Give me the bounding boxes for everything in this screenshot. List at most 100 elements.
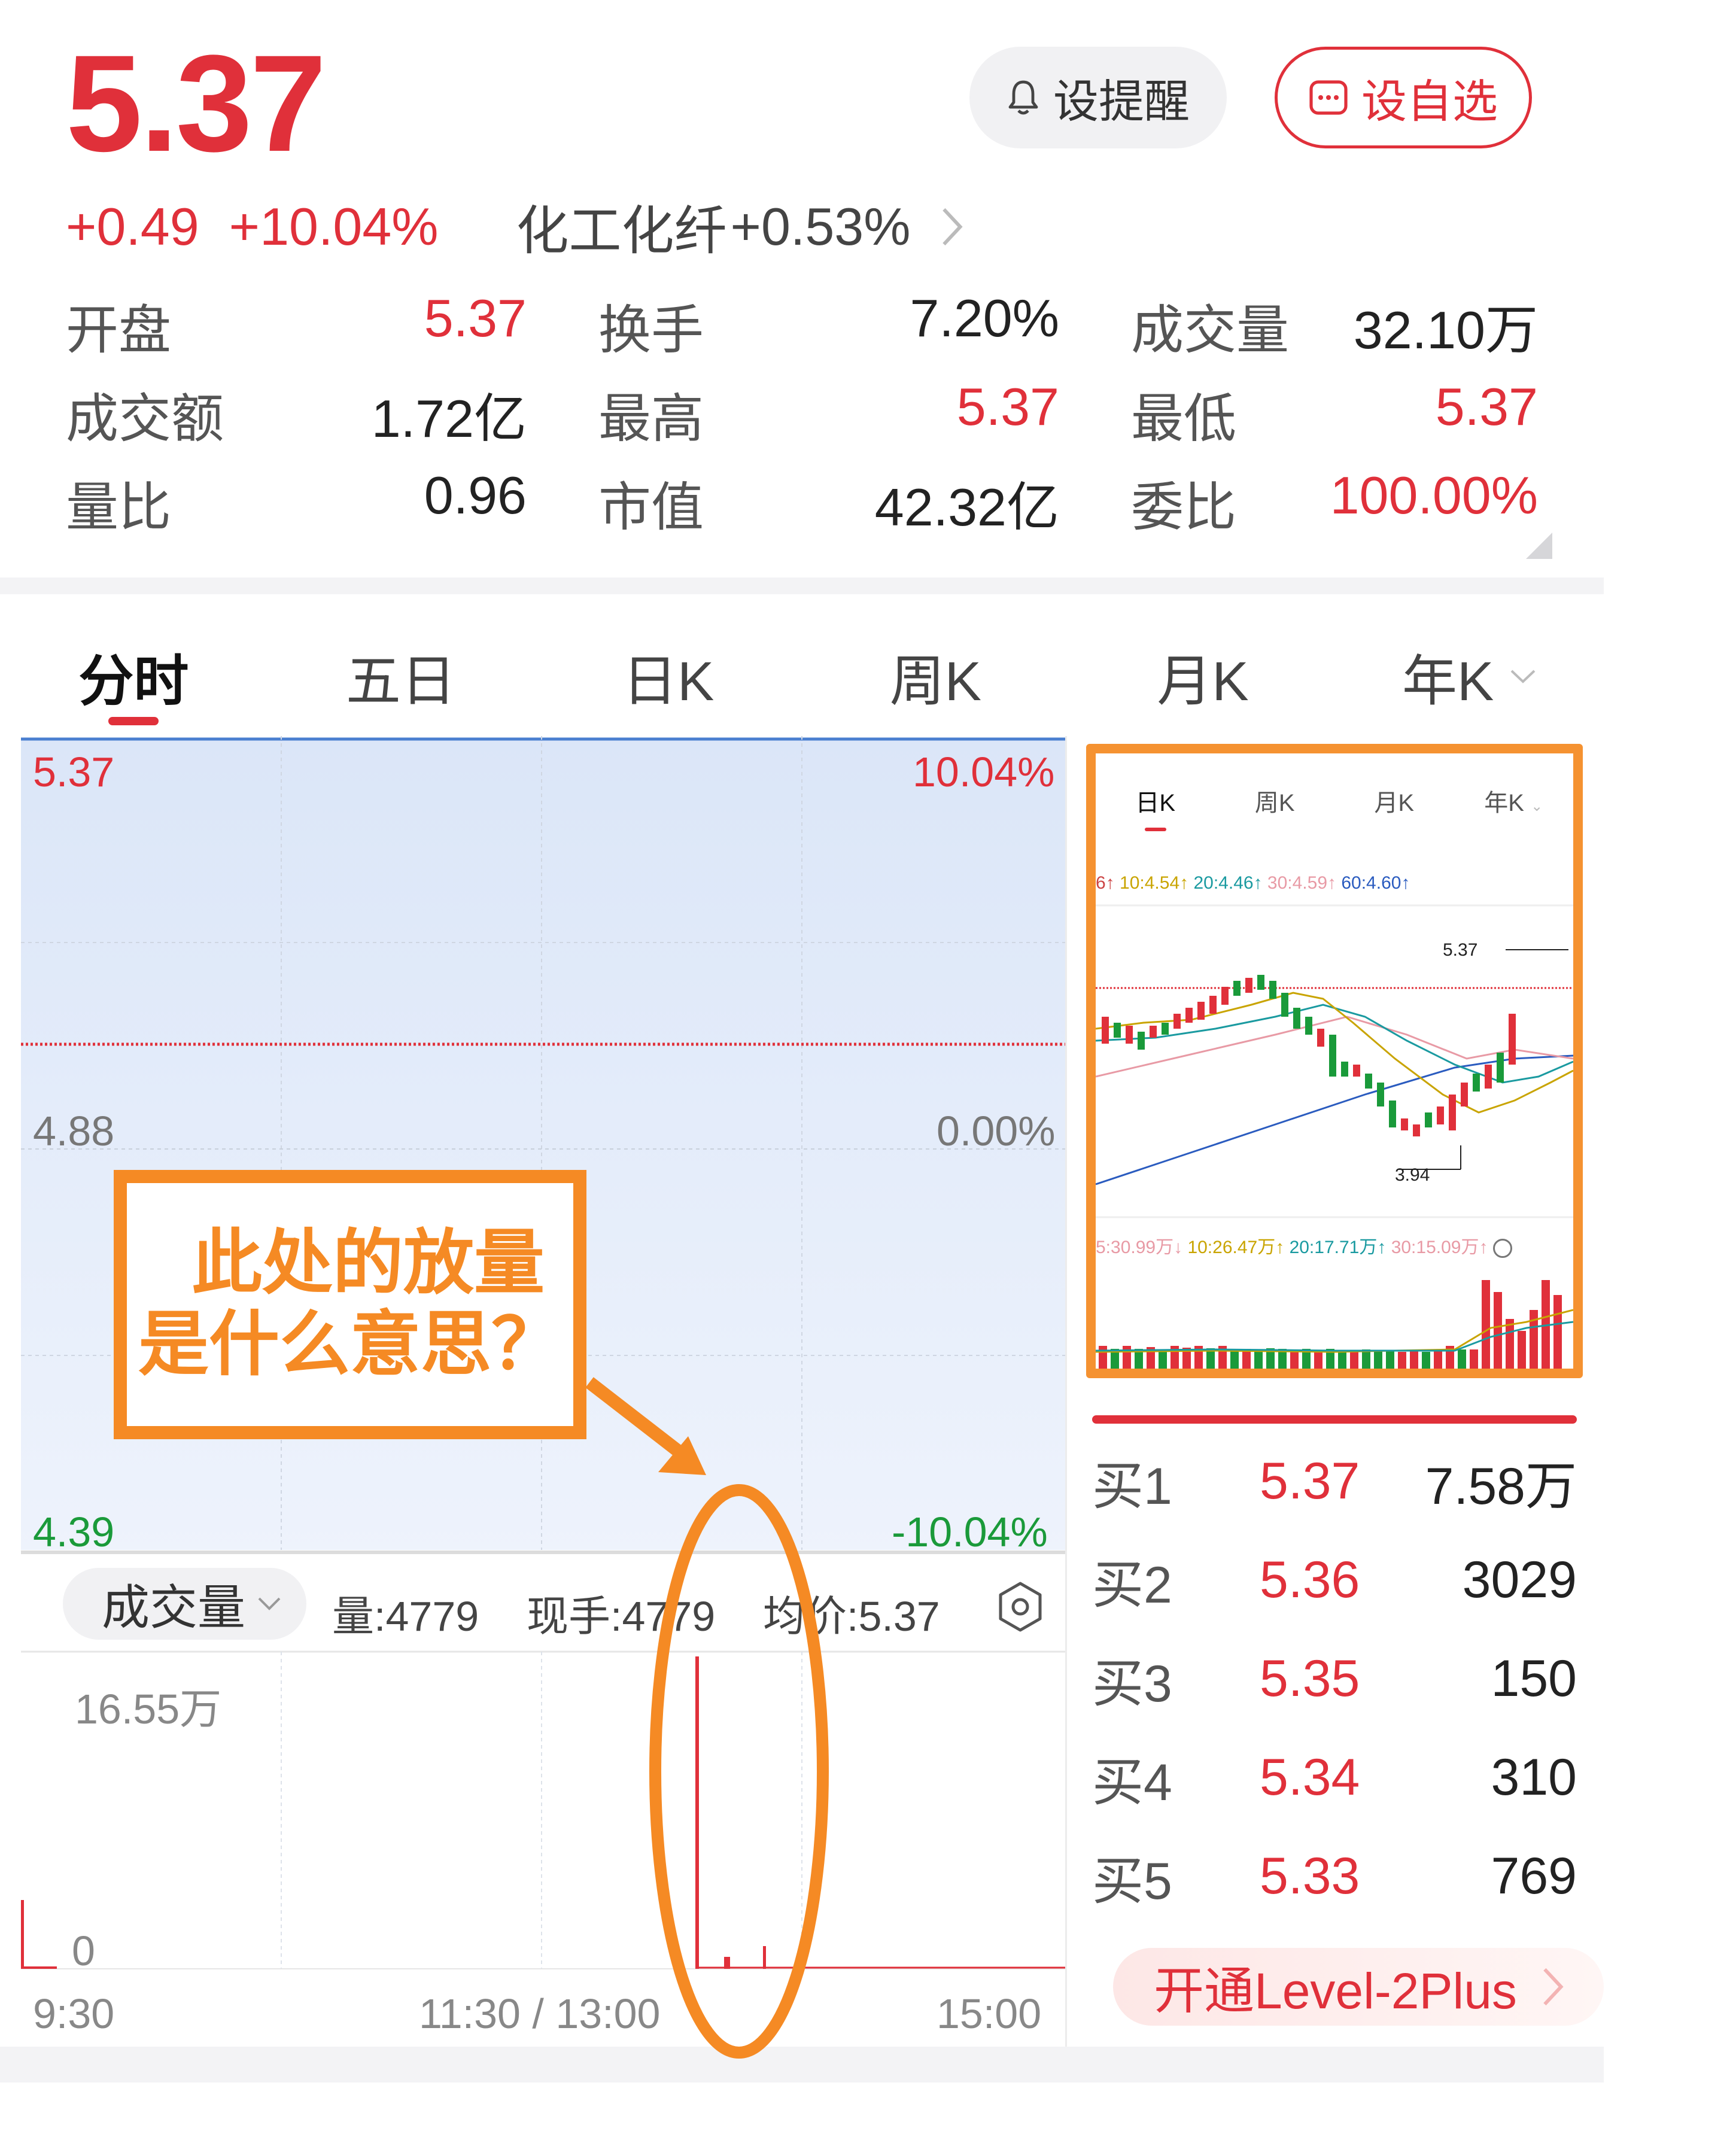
vol-bar: [1398, 1352, 1406, 1369]
tab-label: 周K: [889, 650, 982, 712]
set-alert-button[interactable]: 设提醒: [969, 47, 1227, 148]
candle: [1389, 1101, 1396, 1127]
avg-price-info: 均价:5.37: [763, 1583, 940, 1643]
ma-item: 6↑: [1096, 873, 1115, 893]
vol-bar: [1338, 1351, 1346, 1369]
vertical-divider: [1065, 736, 1067, 2047]
ma-item: 30:4.59↑: [1267, 873, 1336, 893]
stat-value: 100.00%: [1330, 465, 1538, 525]
volume-bar: [763, 1946, 766, 1969]
candle: [1305, 1017, 1312, 1035]
candle: [1461, 1083, 1468, 1106]
candle: [1329, 1035, 1336, 1077]
candle: [1150, 1026, 1157, 1038]
stat-value: 5.37: [1435, 376, 1538, 436]
candle: [1497, 1053, 1504, 1083]
annotation-box: 此处的放量 是什么意思？: [114, 1170, 586, 1439]
tab-intraday[interactable]: 分时: [0, 622, 267, 730]
mini-tab-label: 周K: [1254, 790, 1295, 816]
tab-daily-k[interactable]: 日K: [534, 622, 802, 730]
candle: [1485, 1065, 1492, 1089]
tab-label: 五日: [346, 650, 457, 712]
stat-turnover: 换手 7.20%: [598, 288, 1131, 364]
candle: [1269, 981, 1276, 999]
stat-value: 42.32亿: [874, 477, 1059, 537]
avg-price-label: 均价:: [763, 1593, 859, 1640]
bell-icon: [1008, 80, 1038, 115]
candle: [1449, 1095, 1456, 1130]
candle: [1365, 1074, 1372, 1089]
axis-volume-zero: 0: [72, 1928, 95, 1974]
ob-price: 5.36: [1260, 1551, 1360, 1609]
expand-corner-icon[interactable]: [1526, 533, 1552, 559]
mini-kline-panel[interactable]: 日K 周K 月K 年K ⌄ 6↑ 10:4.54↑ 20:4.46↑ 30:4.…: [1086, 744, 1583, 1378]
ob-label: 买1: [1092, 1457, 1172, 1515]
current-hand-info: 现手:4779: [527, 1583, 715, 1643]
order-book-row: 买1 5.37 7.58万: [1092, 1436, 1577, 1526]
vol-bar: [1410, 1351, 1418, 1369]
ma-item: 20:4.46↑: [1193, 873, 1263, 893]
candle: [1401, 1118, 1408, 1130]
vol-bar: [1374, 1351, 1382, 1369]
chevron-down-icon: ⌄: [1531, 798, 1543, 814]
order-book-row: 买5 5.33 769: [1092, 1831, 1577, 1921]
candle: [1437, 1106, 1444, 1124]
ob-label: 买5: [1092, 1852, 1172, 1910]
volume-info-value: 4779: [385, 1593, 479, 1640]
add-watchlist-icon: [1309, 80, 1348, 115]
add-watchlist-button[interactable]: 设自选: [1275, 47, 1532, 148]
tab-label: 分时: [78, 650, 189, 712]
vol-bar: [1314, 1350, 1322, 1369]
stat-label: 市值: [598, 477, 704, 537]
stat-label: 量比: [66, 477, 172, 537]
candle: [1341, 1062, 1348, 1077]
stat-label: 最低: [1131, 388, 1237, 448]
candle: [1377, 1083, 1384, 1106]
vol-bar: [1458, 1349, 1466, 1369]
chevron-right-icon[interactable]: [940, 206, 964, 248]
annotation-line-1: 此处的放量: [191, 1224, 545, 1303]
stat-market-cap: 市值 42.32亿: [598, 465, 1131, 541]
tab-weekly-k[interactable]: 周K: [802, 622, 1069, 730]
sector-change[interactable]: +0.53%: [731, 196, 911, 257]
candle: [1185, 1008, 1193, 1023]
candle: [1317, 1029, 1324, 1047]
stat-value: 5.37: [424, 288, 527, 348]
settings-icon[interactable]: [993, 1580, 1047, 1634]
ob-volume: 769: [1491, 1847, 1577, 1905]
mini-tab-daily[interactable]: 日K: [1096, 783, 1215, 831]
chevron-down-icon: [258, 1597, 281, 1610]
vol-bar: [1350, 1351, 1358, 1369]
vol-bar: [1242, 1349, 1251, 1369]
stat-label: 换手: [598, 300, 704, 360]
vol-bar: [1230, 1349, 1239, 1369]
mini-low-label: 3.94: [1395, 1165, 1430, 1185]
vol-bar: [1099, 1346, 1107, 1369]
volume-bar: [21, 1900, 24, 1969]
axis-pct-mid: 0.00%: [937, 1108, 1056, 1154]
mini-tab-monthly[interactable]: 月K: [1334, 783, 1454, 818]
tab-yearly-k[interactable]: 年K: [1336, 622, 1604, 730]
indicator-selector[interactable]: 成交量: [63, 1568, 306, 1640]
ob-label: 买2: [1092, 1556, 1172, 1614]
mini-tab-yearly[interactable]: 年K ⌄: [1454, 783, 1574, 818]
candle: [1126, 1026, 1133, 1044]
stat-value: 1.72亿: [371, 388, 527, 448]
level2-upgrade-button[interactable]: 开通Level-2Plus: [1113, 1948, 1604, 2026]
order-book-row: 买2 5.36 3029: [1092, 1535, 1577, 1625]
candle: [1102, 1017, 1109, 1044]
settings-icon[interactable]: [1492, 1239, 1512, 1258]
set-alert-label: 设提醒: [1053, 77, 1190, 127]
candle: [1353, 1065, 1360, 1077]
ma-item: 10:4.54↑: [1120, 873, 1189, 893]
tab-monthly-k[interactable]: 月K: [1069, 622, 1337, 730]
ob-label: 买3: [1092, 1655, 1172, 1713]
tab-five-day[interactable]: 五日: [267, 622, 535, 730]
mini-tab-label: 日K: [1135, 790, 1176, 816]
sector-name[interactable]: 化工化纤: [516, 189, 727, 265]
candle: [1473, 1074, 1480, 1092]
chevron-down-icon[interactable]: [1508, 667, 1538, 685]
mini-volume-bars: [1099, 1280, 1562, 1369]
change-row: +0.49 +10.04% 化工化纤 +0.53%: [66, 189, 964, 265]
mini-tab-weekly[interactable]: 周K: [1215, 783, 1335, 818]
